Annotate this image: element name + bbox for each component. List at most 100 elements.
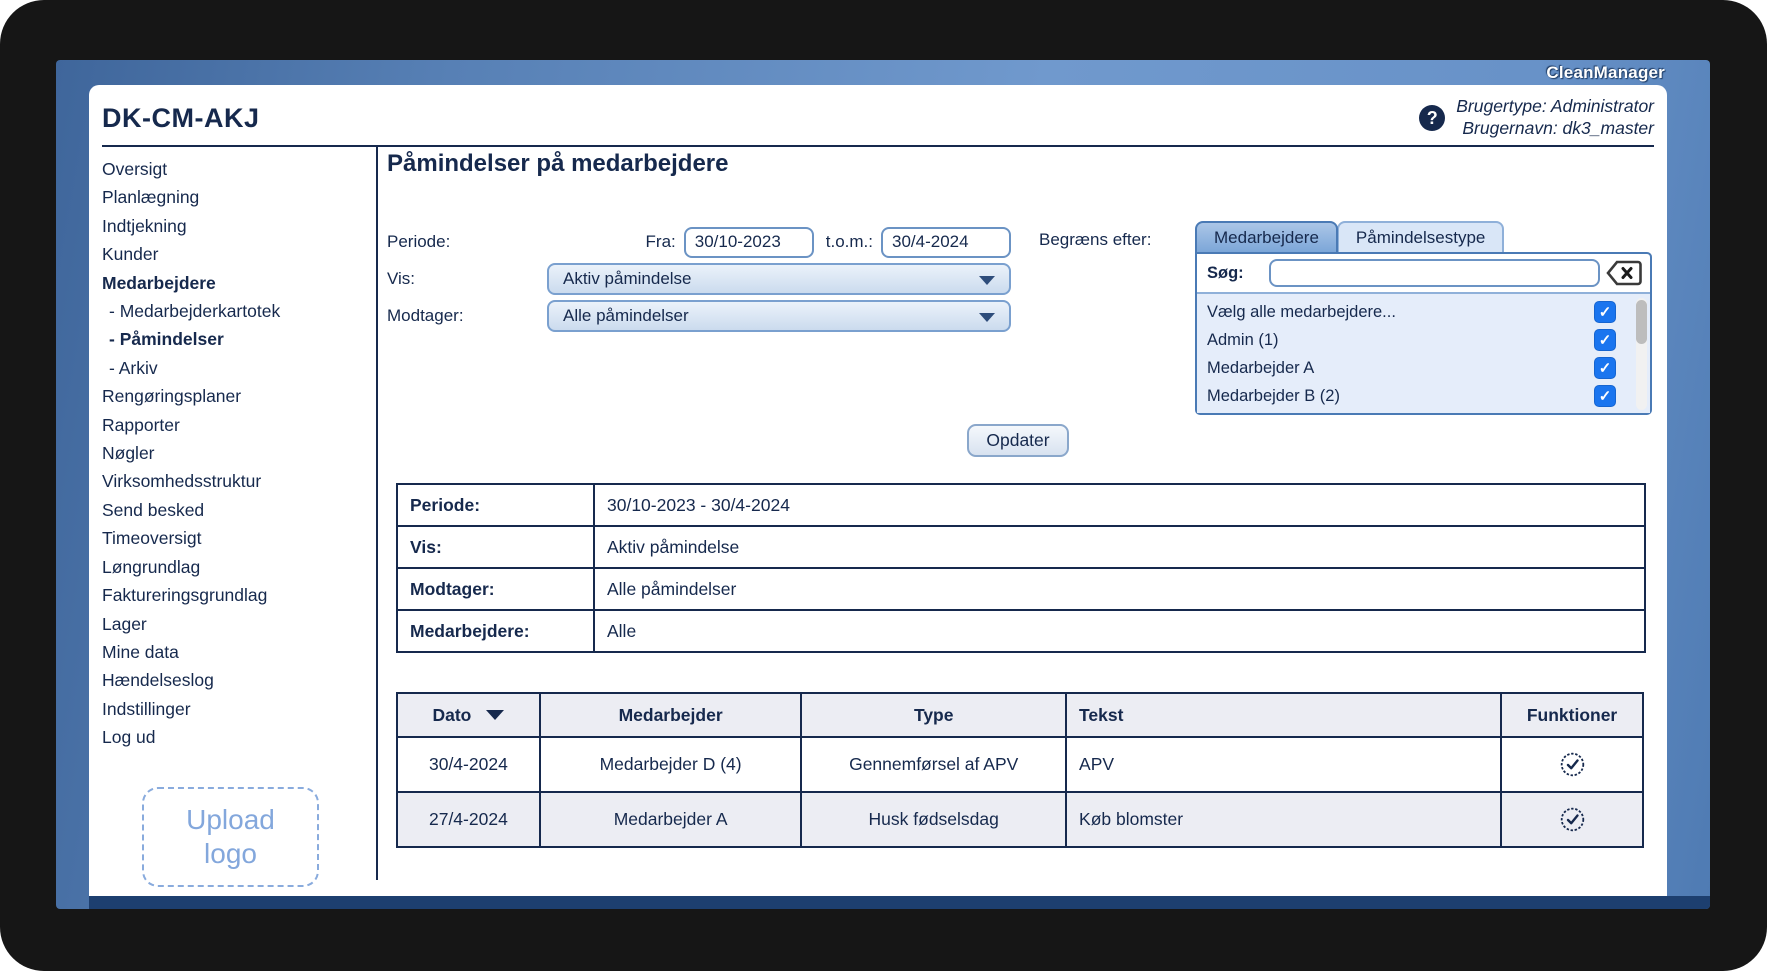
column-header-tekst[interactable]: Tekst (1065, 692, 1503, 738)
checkbox-checked-icon[interactable]: ✓ (1594, 301, 1616, 323)
list-scrollbar[interactable] (1636, 298, 1647, 410)
list-item-medarbejder-b[interactable]: Medarbejder B (2) ✓ (1197, 382, 1650, 410)
column-header-medarbejder[interactable]: Medarbejder (538, 692, 803, 738)
sidebar-item-rapporter[interactable]: Rapporter (102, 411, 376, 439)
search-row: Søg: (1197, 254, 1650, 292)
sidebar-item-timeoversigt[interactable]: Timeoversigt (102, 524, 376, 552)
complete-check-icon[interactable] (1559, 806, 1586, 833)
list-item-admin[interactable]: Admin (1) ✓ (1197, 326, 1650, 354)
cell-type: Gennemførsel af APV (800, 736, 1068, 793)
sidebar-item-medarbejderkartotek[interactable]: - Medarbejderkartotek (102, 297, 376, 325)
upload-logo-label-line1: Upload (186, 803, 275, 835)
bottom-strip (89, 896, 1710, 909)
app-card: DK-CM-AKJ ? Brugertype: Administrator Br… (89, 85, 1667, 896)
sidebar-item-paamindelser[interactable]: - Påmindelser (102, 325, 376, 353)
vis-select[interactable]: Aktiv påmindelse (547, 263, 1011, 295)
cell-medarbejder: Medarbejder D (4) (538, 736, 803, 793)
column-header-funktioner: Funktioner (1500, 692, 1644, 738)
tab-paamindelsestype[interactable]: Påmindelsestype (1336, 221, 1505, 254)
table-row: Periode: 30/10-2023 - 30/4-2024 (396, 483, 1646, 527)
list-scrollbar-thumb[interactable] (1636, 300, 1647, 344)
modtager-select[interactable]: Alle påmindelser (547, 300, 1011, 332)
sidebar-item-planlaegning[interactable]: Planlægning (102, 183, 376, 211)
list-item-select-all[interactable]: Vælg alle medarbejdere... ✓ (1197, 298, 1650, 326)
cell-tekst: Køb blomster (1065, 791, 1503, 848)
page-title: DK-CM-AKJ (102, 102, 260, 133)
sidebar-item-medarbejdere[interactable]: Medarbejdere (102, 269, 376, 297)
sidebar-item-rengoeringsplaner[interactable]: Rengøringsplaner (102, 382, 376, 410)
sort-desc-icon (486, 710, 505, 720)
column-header-dato[interactable]: Dato (396, 692, 541, 738)
checkbox-checked-icon[interactable]: ✓ (1594, 385, 1616, 407)
upload-logo-label-line2: logo (204, 838, 257, 869)
sidebar-item-loengrundlag[interactable]: Løngrundlag (102, 553, 376, 581)
summary-label: Periode: (396, 483, 595, 527)
column-header-type[interactable]: Type (800, 692, 1068, 738)
list-item-medarbejder-a[interactable]: Medarbejder A ✓ (1197, 354, 1650, 382)
begraens-section: Begræns efter: Medarbejdere Påmindelsest… (1039, 221, 1652, 415)
cell-funktioner (1500, 791, 1644, 848)
table-header-row: Dato Medarbejder Type Tekst Funktioner (396, 692, 1644, 738)
modtager-row: Modtager: Alle påmindelser (387, 299, 1011, 333)
app-body: Oversigt Planlægning Indtjekning Kunder … (89, 147, 1667, 896)
summary-value: Aktiv påmindelse (593, 525, 1646, 569)
user-info: ? Brugertype: Administrator Brugernavn: … (1419, 96, 1654, 140)
main-content: Påmindelser på medarbejdere Periode: Fra… (378, 147, 1667, 896)
brand-logo: CleanManager (1546, 63, 1665, 82)
begraens-label: Begræns efter: (1039, 230, 1152, 249)
summary-value: 30/10-2023 - 30/4-2024 (593, 483, 1646, 527)
sidebar: Oversigt Planlægning Indtjekning Kunder … (89, 147, 376, 896)
sidebar-item-oversigt[interactable]: Oversigt (102, 155, 376, 183)
list-item-label: Medarbejder A (1207, 358, 1315, 377)
filter-form: Periode: Fra: t.o.m.: Vis: Aktiv påminde… (387, 225, 1011, 336)
sidebar-item-indtjekning[interactable]: Indtjekning (102, 212, 376, 240)
cell-tekst: APV (1065, 736, 1503, 793)
upload-logo-button[interactable]: Upload logo (142, 787, 319, 887)
table-row: 27/4-2024 Medarbejder A Husk fødselsdag … (396, 791, 1644, 848)
sidebar-item-mine-data[interactable]: Mine data (102, 638, 376, 666)
device-frame: CleanManager DK-CM-AKJ ? Brugertype: Adm… (0, 0, 1767, 971)
summary-value: Alle (593, 609, 1646, 653)
search-input[interactable] (1269, 259, 1600, 287)
sidebar-item-haendelseslog[interactable]: Hændelseslog (102, 666, 376, 694)
chevron-down-icon (979, 276, 995, 285)
checkbox-checked-icon[interactable]: ✓ (1594, 357, 1616, 379)
list-item-label: Medarbejder B (2) (1207, 386, 1340, 405)
sidebar-item-indstillinger[interactable]: Indstillinger (102, 695, 376, 723)
periode-row: Periode: Fra: t.o.m.: (387, 225, 1011, 259)
filter-summary-table: Periode: 30/10-2023 - 30/4-2024 Vis: Akt… (396, 483, 1646, 653)
vis-label: Vis: (387, 269, 416, 288)
opdater-button[interactable]: Opdater (967, 424, 1069, 457)
app-header: DK-CM-AKJ ? Brugertype: Administrator Br… (102, 85, 1654, 147)
begraens-tabs-panel: Medarbejdere Påmindelsestype Søg: Vælg a… (1195, 221, 1652, 415)
content-title: Påmindelser på medarbejdere (387, 150, 729, 177)
summary-label: Vis: (396, 525, 595, 569)
sidebar-item-noegler[interactable]: Nøgler (102, 439, 376, 467)
sidebar-item-arkiv[interactable]: - Arkiv (102, 354, 376, 382)
help-icon[interactable]: ? (1419, 105, 1446, 131)
employee-list: Vælg alle medarbejdere... ✓ Admin (1) ✓ … (1197, 292, 1650, 413)
sidebar-item-faktureringsgrundlag[interactable]: Faktureringsgrundlag (102, 581, 376, 609)
user-type: Brugertype: Administrator (1456, 96, 1654, 117)
sidebar-item-kunder[interactable]: Kunder (102, 240, 376, 268)
sidebar-item-send-besked[interactable]: Send besked (102, 496, 376, 524)
tab-medarbejdere[interactable]: Medarbejdere (1195, 221, 1338, 254)
tom-date-input[interactable] (881, 226, 1011, 258)
complete-check-icon[interactable] (1559, 751, 1586, 778)
sidebar-item-lager[interactable]: Lager (102, 610, 376, 638)
fra-date-input[interactable] (683, 226, 814, 258)
medarbejdere-panel: Søg: Vælg alle medarbejdere... ✓ Admin (… (1195, 252, 1652, 415)
user-lines: Brugertype: Administrator Brugernavn: dk… (1456, 96, 1654, 140)
sidebar-item-virksomhedsstruktur[interactable]: Virksomhedsstruktur (102, 467, 376, 495)
checkbox-checked-icon[interactable]: ✓ (1594, 329, 1616, 351)
table-row: Vis: Aktiv påmindelse (396, 525, 1646, 569)
modtager-label: Modtager: (387, 306, 464, 325)
cell-dato: 27/4-2024 (396, 791, 541, 848)
clear-search-icon[interactable] (1606, 259, 1644, 287)
cell-funktioner (1500, 736, 1644, 793)
table-row: Modtager: Alle påmindelser (396, 567, 1646, 611)
sidebar-item-log-ud[interactable]: Log ud (102, 723, 376, 751)
modtager-select-value: Alle påmindelser (563, 306, 689, 325)
summary-label: Medarbejdere: (396, 609, 595, 653)
fra-label: Fra: (645, 232, 676, 251)
